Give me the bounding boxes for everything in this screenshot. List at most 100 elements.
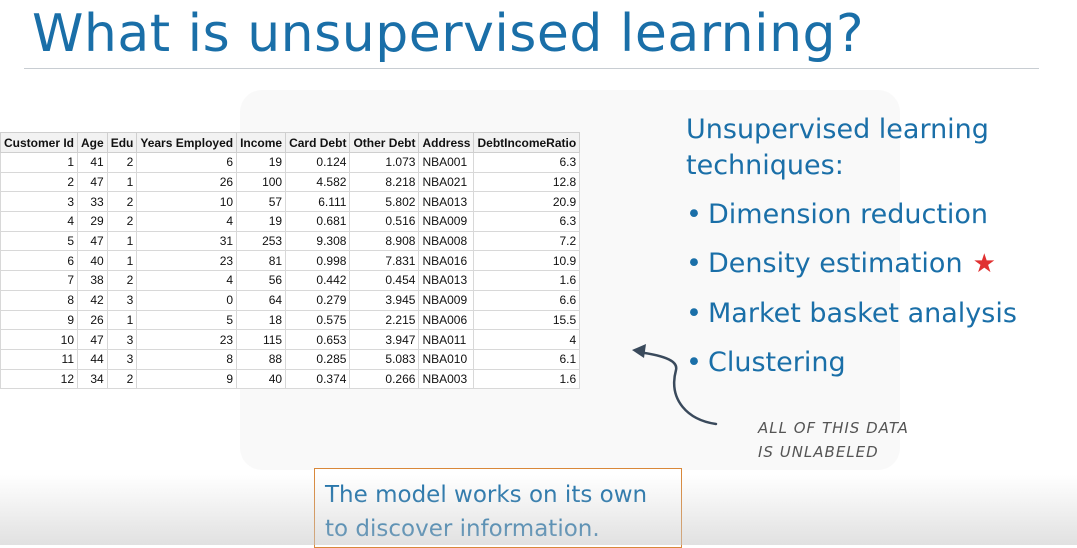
- table-cell: NBA013: [418, 270, 475, 291]
- table-cell: 2.215: [349, 309, 420, 331]
- table-cell: 15.5: [473, 309, 581, 331]
- table-cell: 44: [77, 348, 108, 370]
- table-cell: 1.6: [473, 270, 581, 291]
- technique-item: • Density estimation ★: [686, 239, 1017, 289]
- table-cell: NBA016: [418, 250, 475, 272]
- table-cell: NBA009: [418, 211, 475, 232]
- table-cell: 1: [106, 309, 138, 331]
- table-cell: 9: [0, 309, 79, 331]
- table-cell: 81: [236, 250, 287, 272]
- table-cell: 253: [236, 230, 287, 252]
- technique-label: Density estimation: [708, 248, 963, 279]
- table-cell: 8: [136, 348, 238, 370]
- table-cell: 7.2: [473, 230, 581, 252]
- table-cell: 0.516: [349, 211, 420, 232]
- title-divider: [24, 68, 1039, 69]
- table-cell: 42: [77, 289, 108, 311]
- table-cell: 40: [236, 368, 287, 390]
- table-cell: NBA006: [418, 309, 475, 331]
- table-cell: 47: [77, 171, 108, 193]
- table-row: 12 34 2 9 40 0.374 0.266 NBA003 1.6: [0, 368, 581, 390]
- table-cell: 34: [77, 368, 108, 390]
- table-cell: 4: [136, 270, 238, 291]
- callout-line1: The model works on its own: [325, 482, 648, 508]
- techniques-heading-line1: Unsupervised learning: [686, 114, 989, 145]
- column-header: DebtIncomeRatio: [473, 132, 581, 153]
- column-header: Address: [418, 132, 475, 153]
- table-cell: 26: [136, 171, 238, 193]
- table-cell: 5.802: [349, 191, 420, 213]
- table-cell: 1.073: [349, 152, 420, 173]
- table-cell: 1: [106, 171, 138, 193]
- column-header: Card Debt: [285, 132, 351, 153]
- table-cell: 5.083: [349, 348, 420, 370]
- table-cell: 3: [106, 289, 138, 311]
- column-header: Years Employed: [136, 132, 238, 153]
- table-row: 3 33 2 10 57 6.111 5.802 NBA013 20.9: [0, 191, 581, 213]
- table-cell: NBA010: [418, 348, 475, 370]
- table-row: 6 40 1 23 81 0.998 7.831 NBA016 10.9: [0, 250, 581, 272]
- table-cell: 8.908: [349, 230, 420, 252]
- table-cell: 0.681: [285, 211, 351, 232]
- column-header: Other Debt: [349, 132, 420, 153]
- table-cell: 26: [77, 309, 108, 331]
- table-cell: 40: [77, 250, 108, 272]
- table-cell: 3.945: [349, 289, 420, 311]
- table-cell: 12.8: [473, 171, 581, 193]
- table-cell: 23: [136, 250, 238, 272]
- table-cell: 0.442: [285, 270, 351, 291]
- table-cell: 6.3: [473, 211, 581, 232]
- table-cell: 0.266: [349, 368, 420, 390]
- table-cell: 0.279: [285, 289, 351, 311]
- table-cell: 23: [136, 329, 238, 350]
- table-cell: 57: [236, 191, 287, 213]
- table-cell: 6.3: [473, 152, 581, 173]
- table-cell: NBA021: [418, 171, 475, 193]
- table-header: Customer Id Age Edu Years Employed Income Car…: [0, 132, 581, 153]
- table-cell: 9.308: [285, 230, 351, 252]
- table-row: 10 47 3 23 115 0.653 3.947 NBA011 4: [0, 329, 581, 350]
- table-cell: 1: [106, 250, 138, 272]
- column-header: Customer Id: [0, 132, 79, 153]
- table-cell: 18: [236, 309, 287, 331]
- column-header: Edu: [106, 132, 138, 153]
- table-cell: 2: [106, 191, 138, 213]
- table-cell: 2: [0, 171, 79, 193]
- bullet-icon: •: [686, 199, 702, 230]
- table-row: 1 41 2 6 19 0.124 1.073 NBA001 6.3: [0, 152, 581, 173]
- table-cell: 4.582: [285, 171, 351, 193]
- table-cell: 0.285: [285, 348, 351, 370]
- table-cell: 0.454: [349, 270, 420, 291]
- technique-label: Clustering: [708, 347, 846, 378]
- table-cell: 47: [77, 230, 108, 252]
- table-cell: 2: [106, 368, 138, 390]
- techniques-panel: Unsupervised learning techniques: • Dimen…: [686, 112, 1017, 387]
- table-row: 4 29 2 4 19 0.681 0.516 NBA009 6.3: [0, 211, 581, 232]
- table-cell: 6.1: [473, 348, 581, 370]
- techniques-heading-line2: techniques:: [686, 150, 844, 181]
- table-cell: 12: [0, 368, 79, 390]
- table-cell: 2: [106, 152, 138, 173]
- table-cell: 11: [0, 348, 79, 370]
- table-cell: 6: [136, 152, 238, 173]
- table-cell: 19: [236, 211, 287, 232]
- table-cell: 4: [473, 329, 581, 350]
- table-cell: 3.947: [349, 329, 420, 350]
- table-row: 7 38 2 4 56 0.442 0.454 NBA013 1.6: [0, 270, 581, 291]
- table-cell: 0.124: [285, 152, 351, 173]
- table-cell: 6.6: [473, 289, 581, 311]
- table-cell: 20.9: [473, 191, 581, 213]
- table-cell: NBA001: [418, 152, 475, 173]
- technique-label: Market basket analysis: [708, 298, 1017, 329]
- table-cell: 4: [0, 211, 79, 232]
- table-cell: 19: [236, 152, 287, 173]
- table-cell: 3: [106, 348, 138, 370]
- table-cell: NBA008: [418, 230, 475, 252]
- table-cell: 5: [0, 230, 79, 252]
- table-cell: 0: [136, 289, 238, 311]
- table-cell: 1: [106, 230, 138, 252]
- table-cell: 38: [77, 270, 108, 291]
- table-cell: 3: [106, 329, 138, 350]
- table-body: 1 41 2 6 19 0.124 1.073 NBA001 6.3 2 47 1 26 100 4.582…: [0, 152, 581, 390]
- table-cell: 0.998: [285, 250, 351, 272]
